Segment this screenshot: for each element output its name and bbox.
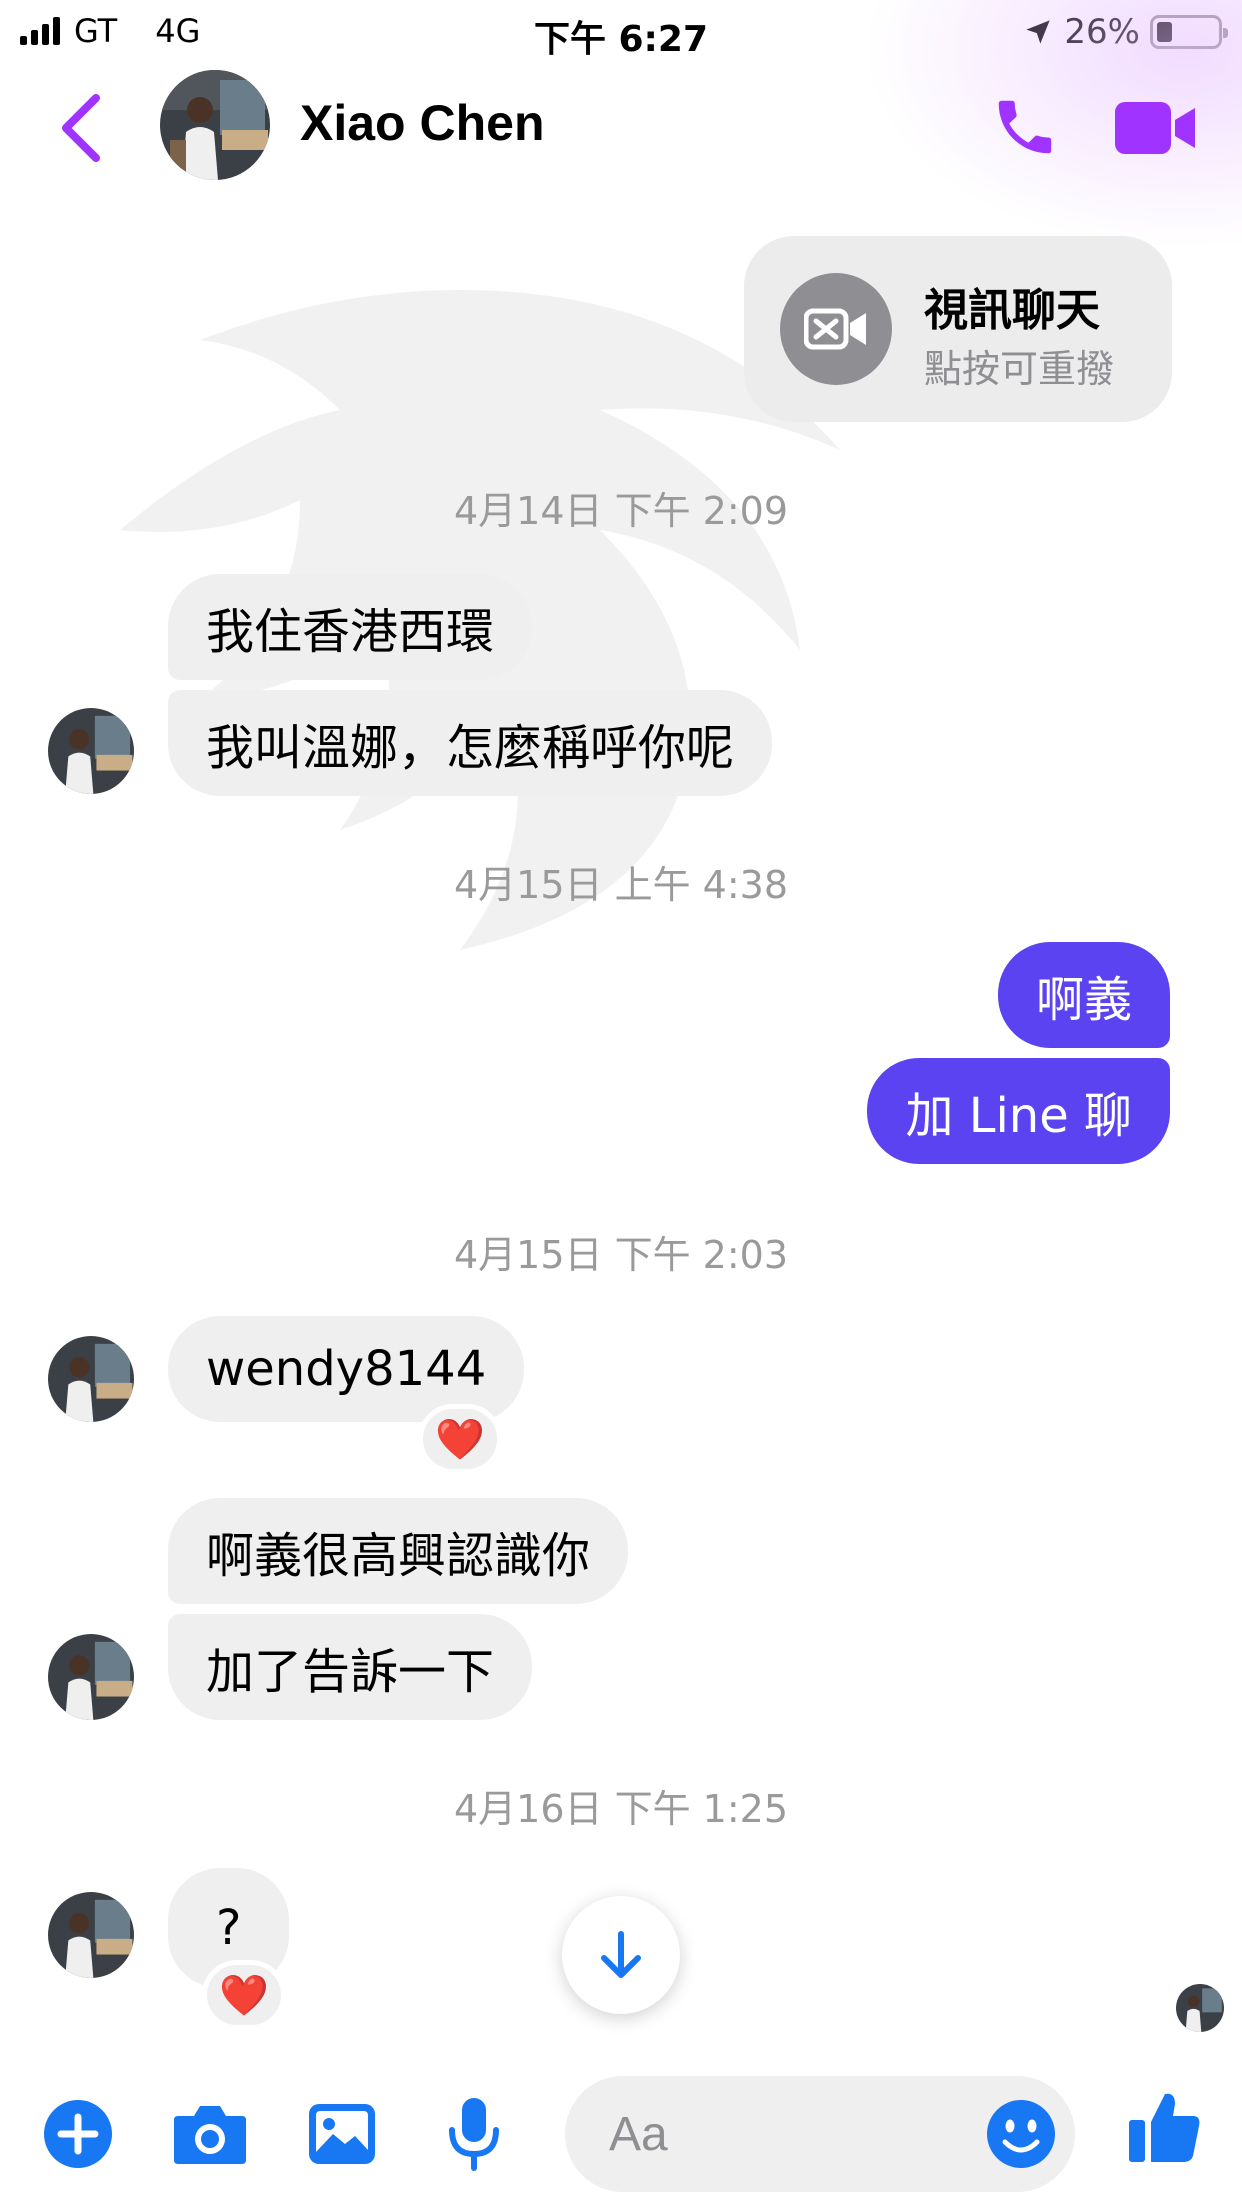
thumbs-up-icon [1129, 2093, 1200, 2162]
microphone-icon [449, 2098, 499, 2171]
message-composer [0, 2052, 1242, 2208]
contact-name[interactable]: Xiao Chen [300, 94, 544, 152]
emoji-icon [987, 2100, 1055, 2168]
call-card-title: 視訊聊天 [924, 285, 1100, 336]
missed-video-icon [780, 273, 892, 385]
sender-avatar[interactable] [48, 1892, 134, 1978]
emoji-button[interactable] [983, 2096, 1059, 2172]
image-icon [309, 2104, 375, 2164]
camera-button[interactable] [172, 2096, 248, 2172]
heart-reaction[interactable]: ❤️ [202, 1960, 286, 2030]
scroll-to-bottom-button[interactable] [562, 1896, 680, 2014]
incoming-message[interactable]: 啊義很高興認識你 [168, 1498, 629, 1604]
audio-call-button[interactable] [990, 92, 1060, 162]
call-card-subtitle: 點按可重撥 [924, 347, 1115, 391]
phone-icon [998, 100, 1052, 154]
status-bar: GT 4G 下午 6:27 26% [0, 0, 1242, 62]
add-button[interactable] [40, 2096, 116, 2172]
message-input[interactable] [609, 2076, 939, 2192]
arrow-down-icon [601, 1931, 641, 1978]
voice-button[interactable] [436, 2096, 512, 2172]
battery-percent: 26% [1064, 12, 1140, 52]
gallery-button[interactable] [304, 2096, 380, 2172]
timestamp: 4月16日 下午 1:25 [453, 1787, 789, 1831]
back-button[interactable] [52, 90, 112, 166]
like-button[interactable] [1126, 2088, 1202, 2164]
incoming-message[interactable]: 我叫溫娜，怎麼稱呼你呢 [168, 690, 773, 796]
outgoing-message[interactable]: 加 Line 聊 [867, 1058, 1170, 1164]
sender-avatar[interactable] [48, 1634, 134, 1720]
chevron-left-icon [62, 94, 100, 162]
sender-avatar[interactable] [48, 708, 134, 794]
read-receipt-avatar [1176, 1984, 1224, 2032]
contact-avatar[interactable] [160, 70, 270, 180]
incoming-message[interactable]: 我住香港西環 [168, 574, 533, 680]
battery-icon [1150, 15, 1228, 49]
camera-icon [174, 2106, 246, 2164]
conversation-header: Xiao Chen [0, 0, 1242, 250]
message-input-container[interactable] [565, 2076, 1075, 2192]
timestamp: 4月15日 下午 2:03 [453, 1233, 789, 1277]
location-arrow-icon [1026, 20, 1051, 44]
outgoing-message[interactable]: 啊義 [997, 942, 1170, 1048]
video-camera-icon [1115, 102, 1195, 154]
incoming-message[interactable]: 加了告訴一下 [168, 1614, 533, 1720]
timestamp: 4月15日 上午 4:38 [453, 863, 789, 907]
timestamp: 4月14日 下午 2:09 [453, 489, 789, 533]
heart-reaction[interactable]: ❤️ [418, 1404, 502, 1474]
video-call-button[interactable] [1115, 100, 1197, 156]
sender-avatar[interactable] [48, 1336, 134, 1422]
plus-icon [44, 2100, 112, 2168]
missed-video-call-card[interactable]: 視訊聊天 點按可重撥 [744, 236, 1172, 422]
